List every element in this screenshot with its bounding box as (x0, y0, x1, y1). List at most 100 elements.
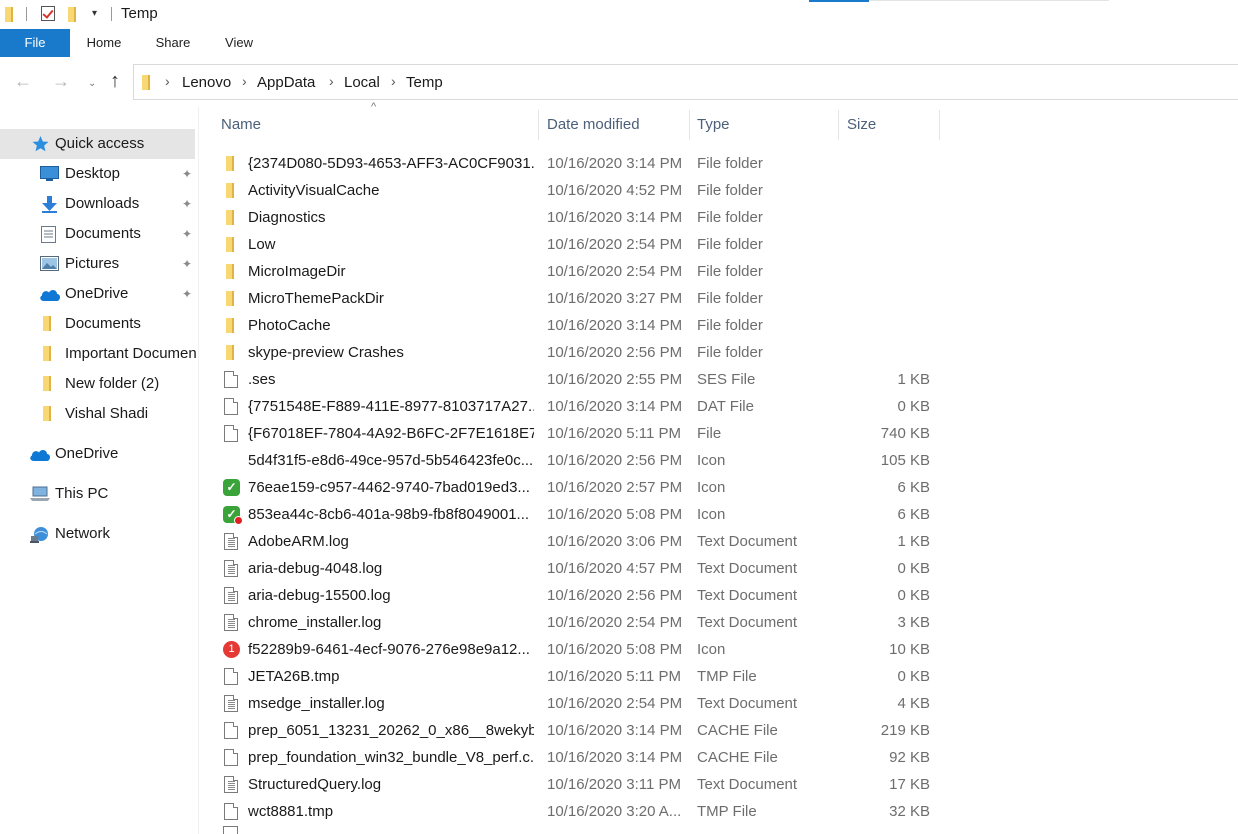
tab-file[interactable]: File (0, 29, 70, 57)
sidebar-item-network[interactable]: Network (0, 519, 198, 549)
breadcrumb-separator[interactable]: › (242, 73, 247, 89)
file-icon (223, 425, 240, 442)
sidebar-item-onedrive-pinned[interactable]: OneDrive ✦ (0, 279, 198, 309)
table-row[interactable]: {F67018EF-7804-4A92-B6FC-2F7E1618E7... 10… (199, 420, 1238, 447)
table-row[interactable]: JETA26B.tmp 10/16/2020 5:11 PM TMP File 0 K… (199, 663, 1238, 690)
qat-dropdown-icon[interactable]: ▾ (92, 8, 97, 19)
pictures-icon (40, 256, 59, 271)
file-size: 92 KB (889, 749, 930, 766)
pin-icon[interactable]: ✦ (182, 189, 192, 219)
tab-home[interactable]: Home (76, 29, 132, 57)
window-folder-icon (5, 7, 13, 22)
sidebar-item-label: Quick access (55, 135, 145, 152)
table-row[interactable]: {7751548E-F889-411E-8977-8103717A27... 10… (199, 393, 1238, 420)
breadcrumb-separator[interactable]: › (391, 73, 396, 89)
table-row[interactable]: 5d4f31f5-e8d6-49ce-957d-5b546423fe0c... 1… (199, 447, 1238, 474)
file-size: 3 KB (897, 614, 930, 631)
table-row[interactable]: MicroThemePackDir 10/16/2020 3:27 PM File … (199, 285, 1238, 312)
column-divider[interactable] (838, 110, 839, 140)
file-type: File folder (697, 236, 763, 253)
file-date-modified: 10/16/2020 3:14 PM (547, 209, 683, 226)
table-row[interactable]: 1 f52289b9-6461-4ecf-9076-276e98e9a12... 1… (199, 636, 1238, 663)
recent-locations-icon[interactable]: ⌄ (88, 78, 96, 89)
up-arrow-icon[interactable]: ↑ (110, 70, 120, 93)
folder-icon (223, 155, 240, 172)
column-divider[interactable] (689, 110, 690, 140)
file-type: Text Document (697, 533, 798, 550)
address-bar[interactable]: › Lenovo › AppData › Local › Temp (133, 64, 1238, 100)
table-row[interactable]: Low 10/16/2020 2:54 PM File folder (199, 231, 1238, 258)
pin-icon[interactable]: ✦ (182, 159, 192, 189)
file-name: 5d4f31f5-e8d6-49ce-957d-5b546423fe0c... (248, 452, 534, 469)
file-icon (223, 371, 240, 388)
file-type: File folder (697, 182, 763, 199)
sidebar-item-documents-folder[interactable]: Documents (0, 309, 198, 339)
tab-view[interactable]: View (214, 29, 264, 57)
table-row[interactable]: ✓ 853ea44c-8cb6-401a-98b9-fb8f8049001... 1… (199, 501, 1238, 528)
sidebar-item-label: This PC (55, 485, 109, 502)
table-row[interactable]: Diagnostics 10/16/2020 3:14 PM File folder (199, 204, 1238, 231)
table-row[interactable]: PhotoCache 10/16/2020 3:14 PM File folder (199, 312, 1238, 339)
table-row[interactable]: prep_foundation_win32_bundle_V8_perf.c..… (199, 744, 1238, 771)
column-header-size[interactable]: Size (847, 107, 937, 143)
partially-visible-row[interactable] (199, 826, 1238, 834)
notification-badge-icon: 1 (223, 641, 240, 658)
sidebar-item-downloads[interactable]: Downloads ✦ (0, 189, 198, 219)
table-row[interactable]: aria-debug-4048.log 10/16/2020 4:57 PM Tex… (199, 555, 1238, 582)
sidebar-item-important-documents[interactable]: Important Documents (0, 339, 196, 369)
folder-icon (43, 376, 51, 391)
breadcrumb-separator[interactable]: › (165, 73, 170, 89)
breadcrumb-lenovo[interactable]: Lenovo (182, 74, 231, 91)
table-row[interactable]: ✓ 76eae159-c957-4462-9740-7bad019ed3... 10… (199, 474, 1238, 501)
file-date-modified: 10/16/2020 3:14 PM (547, 155, 683, 172)
sidebar-item-new-folder-2[interactable]: New folder (2) (0, 369, 198, 399)
properties-icon[interactable] (41, 6, 55, 21)
pin-icon[interactable]: ✦ (182, 279, 192, 309)
file-name: .ses (248, 371, 276, 388)
computer-icon (30, 486, 50, 501)
breadcrumb-temp[interactable]: Temp (406, 74, 443, 91)
text-document-icon (223, 614, 240, 631)
table-row[interactable]: chrome_installer.log 10/16/2020 2:54 PM Te… (199, 609, 1238, 636)
sidebar-item-this-pc[interactable]: This PC (0, 479, 198, 509)
sidebar-item-onedrive[interactable]: OneDrive (0, 439, 198, 469)
column-divider[interactable] (939, 110, 940, 140)
breadcrumb-appdata[interactable]: AppData (257, 74, 315, 91)
sidebar-item-desktop[interactable]: Desktop ✦ (0, 159, 198, 189)
text-document-icon (223, 533, 240, 550)
breadcrumb-local[interactable]: Local (344, 74, 380, 91)
column-header-type[interactable]: Type (697, 107, 837, 143)
pin-icon[interactable]: ✦ (182, 249, 192, 279)
table-row[interactable]: prep_6051_13231_20262_0_x86__8wekyb... 10… (199, 717, 1238, 744)
sidebar-item-documents[interactable]: Documents ✦ (0, 219, 198, 249)
file-date-modified: 10/16/2020 2:57 PM (547, 479, 683, 496)
sidebar-item-vishal-shadi[interactable]: Vishal Shadi (0, 399, 198, 429)
tab-share[interactable]: Share (146, 29, 200, 57)
table-row[interactable]: skype-preview Crashes 10/16/2020 2:56 PM F… (199, 339, 1238, 366)
forward-arrow-icon[interactable]: → (52, 71, 70, 92)
breadcrumb-separator[interactable]: › (329, 73, 334, 89)
file-name: skype-preview Crashes (248, 344, 404, 361)
new-folder-icon[interactable] (68, 7, 76, 22)
file-size: 105 KB (880, 452, 930, 469)
table-row[interactable]: ActivityVisualCache 10/16/2020 4:52 PM Fil… (199, 177, 1238, 204)
table-row[interactable]: aria-debug-15500.log 10/16/2020 2:56 PM Te… (199, 582, 1238, 609)
pin-icon[interactable]: ✦ (182, 219, 192, 249)
sidebar-item-pictures[interactable]: Pictures ✦ (0, 249, 198, 279)
file-date-modified: 10/16/2020 2:54 PM (547, 695, 683, 712)
column-divider[interactable] (538, 110, 539, 140)
table-row[interactable]: .ses 10/16/2020 2:55 PM SES File 1 KB (199, 366, 1238, 393)
column-header-date[interactable]: Date modified (547, 107, 687, 143)
column-header-name[interactable]: Name (221, 107, 536, 143)
title-separator (111, 7, 112, 21)
table-row[interactable]: wct8881.tmp 10/16/2020 3:20 A... TMP File 3… (199, 798, 1238, 825)
table-row[interactable]: {2374D080-5D93-4653-AFF3-AC0CF9031... 10/… (199, 150, 1238, 177)
check-badge-icon: ✓ (223, 479, 240, 496)
file-size: 0 KB (897, 668, 930, 685)
table-row[interactable]: StructuredQuery.log 10/16/2020 3:11 PM Tex… (199, 771, 1238, 798)
table-row[interactable]: msedge_installer.log 10/16/2020 2:54 PM Te… (199, 690, 1238, 717)
table-row[interactable]: AdobeARM.log 10/16/2020 3:06 PM Text Docum… (199, 528, 1238, 555)
table-row[interactable]: MicroImageDir 10/16/2020 2:54 PM File fold… (199, 258, 1238, 285)
sidebar-item-quick-access[interactable]: Quick access (0, 129, 195, 159)
back-arrow-icon[interactable]: ← (14, 71, 32, 92)
